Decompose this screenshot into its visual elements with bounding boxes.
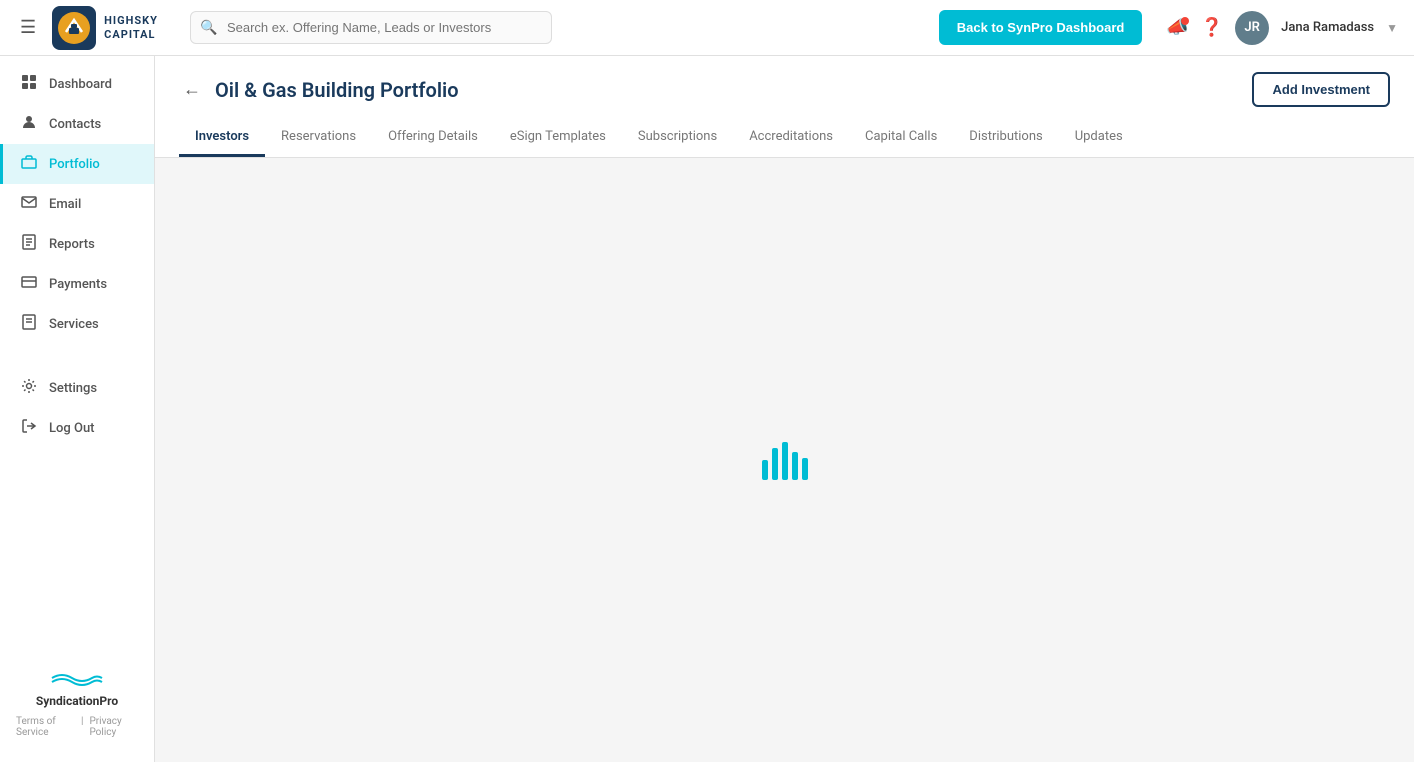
email-icon	[19, 194, 39, 214]
sidebar-item-logout[interactable]: Log Out	[0, 408, 154, 448]
tab-capital-calls[interactable]: Capital Calls	[849, 119, 953, 157]
sidebar: Dashboard Contacts Portfolio Email	[0, 56, 155, 762]
reports-icon	[19, 234, 39, 254]
app-header: ☰ HIGHSKY capital 🔍 Back to SynPro Dashb…	[0, 0, 1414, 56]
content-title-left: ← Oil & Gas Building Portfolio	[179, 75, 459, 104]
terms-link[interactable]: Terms of Service	[16, 716, 75, 738]
tab-distributions[interactable]: Distributions	[953, 119, 1058, 157]
user-name: Jana Ramadass	[1281, 20, 1374, 35]
header-icons: 📣 ❓ JR Jana Ramadass ▼	[1166, 11, 1398, 45]
sidebar-item-payments[interactable]: Payments	[0, 264, 154, 304]
sidebar-item-email[interactable]: Email	[0, 184, 154, 224]
main-content: ← Oil & Gas Building Portfolio Add Inves…	[155, 56, 1414, 762]
loading-bar-5	[802, 458, 808, 480]
sidebar-item-label: Payments	[49, 277, 107, 292]
loading-bar-2	[772, 448, 778, 480]
notification-button[interactable]: 📣	[1166, 17, 1188, 38]
notification-dot	[1181, 17, 1189, 25]
content-body	[155, 158, 1414, 762]
services-icon	[19, 314, 39, 334]
sidebar-item-label: Services	[49, 317, 99, 332]
dashboard-icon	[19, 74, 39, 94]
sidebar-item-contacts[interactable]: Contacts	[0, 104, 154, 144]
search-container: 🔍	[190, 11, 552, 44]
user-dropdown-button[interactable]: ▼	[1386, 21, 1398, 35]
help-button[interactable]: ❓	[1201, 17, 1223, 38]
sidebar-item-label: Contacts	[49, 117, 101, 132]
sidebar-item-label: Portfolio	[49, 157, 100, 172]
sidebar-item-label: Email	[49, 197, 81, 212]
content-header: ← Oil & Gas Building Portfolio Add Inves…	[155, 56, 1414, 158]
sidebar-item-reports[interactable]: Reports	[0, 224, 154, 264]
sidebar-nav: Dashboard Contacts Portfolio Email	[0, 64, 154, 648]
tabs-bar: Investors Reservations Offering Details …	[179, 119, 1390, 157]
sidebar-item-services[interactable]: Services	[0, 304, 154, 344]
loading-bar-1	[762, 460, 768, 480]
back-dashboard-button[interactable]: Back to SynPro Dashboard	[939, 10, 1143, 45]
privacy-link[interactable]: Privacy Policy	[89, 716, 138, 738]
sidebar-item-label: Reports	[49, 237, 95, 252]
tab-subscriptions[interactable]: Subscriptions	[622, 119, 733, 157]
add-investment-button[interactable]: Add Investment	[1252, 72, 1390, 107]
syndication-logo: SyndicationPro	[16, 664, 138, 708]
tab-updates[interactable]: Updates	[1059, 119, 1139, 157]
sidebar-item-settings[interactable]: Settings	[0, 368, 154, 408]
loading-indicator	[762, 440, 808, 480]
loading-bar-3	[782, 442, 788, 480]
layout: Dashboard Contacts Portfolio Email	[0, 56, 1414, 762]
sidebar-item-label: Dashboard	[49, 77, 112, 92]
portfolio-icon	[19, 154, 39, 174]
sidebar-footer: SyndicationPro Terms of Service | Privac…	[0, 648, 154, 754]
tab-investors[interactable]: Investors	[179, 119, 265, 157]
sidebar-item-portfolio[interactable]: Portfolio	[0, 144, 154, 184]
payments-icon	[19, 274, 39, 294]
back-button[interactable]: ←	[179, 75, 205, 104]
logo-text: HIGHSKY capital	[104, 14, 158, 40]
sidebar-item-dashboard[interactable]: Dashboard	[0, 64, 154, 104]
logout-icon	[19, 418, 39, 438]
menu-button[interactable]: ☰	[16, 13, 40, 42]
content-title-row: ← Oil & Gas Building Portfolio Add Inves…	[179, 72, 1390, 107]
search-input[interactable]	[190, 11, 552, 44]
sidebar-item-label: Settings	[49, 381, 97, 396]
tab-offering-details[interactable]: Offering Details	[372, 119, 494, 157]
sidebar-item-label: Log Out	[49, 421, 95, 436]
search-icon: 🔍	[200, 20, 217, 36]
page-title: Oil & Gas Building Portfolio	[215, 78, 459, 102]
settings-icon	[19, 378, 39, 398]
logo: HIGHSKY capital	[52, 6, 158, 50]
contacts-icon	[19, 114, 39, 134]
avatar: JR	[1235, 11, 1269, 45]
tab-esign-templates[interactable]: eSign Templates	[494, 119, 622, 157]
loading-bar-4	[792, 452, 798, 480]
sp-brand: SyndicationPro	[16, 694, 138, 708]
tab-reservations[interactable]: Reservations	[265, 119, 372, 157]
tab-accreditations[interactable]: Accreditations	[733, 119, 849, 157]
logo-icon	[52, 6, 96, 50]
footer-links: Terms of Service | Privacy Policy	[16, 716, 138, 738]
